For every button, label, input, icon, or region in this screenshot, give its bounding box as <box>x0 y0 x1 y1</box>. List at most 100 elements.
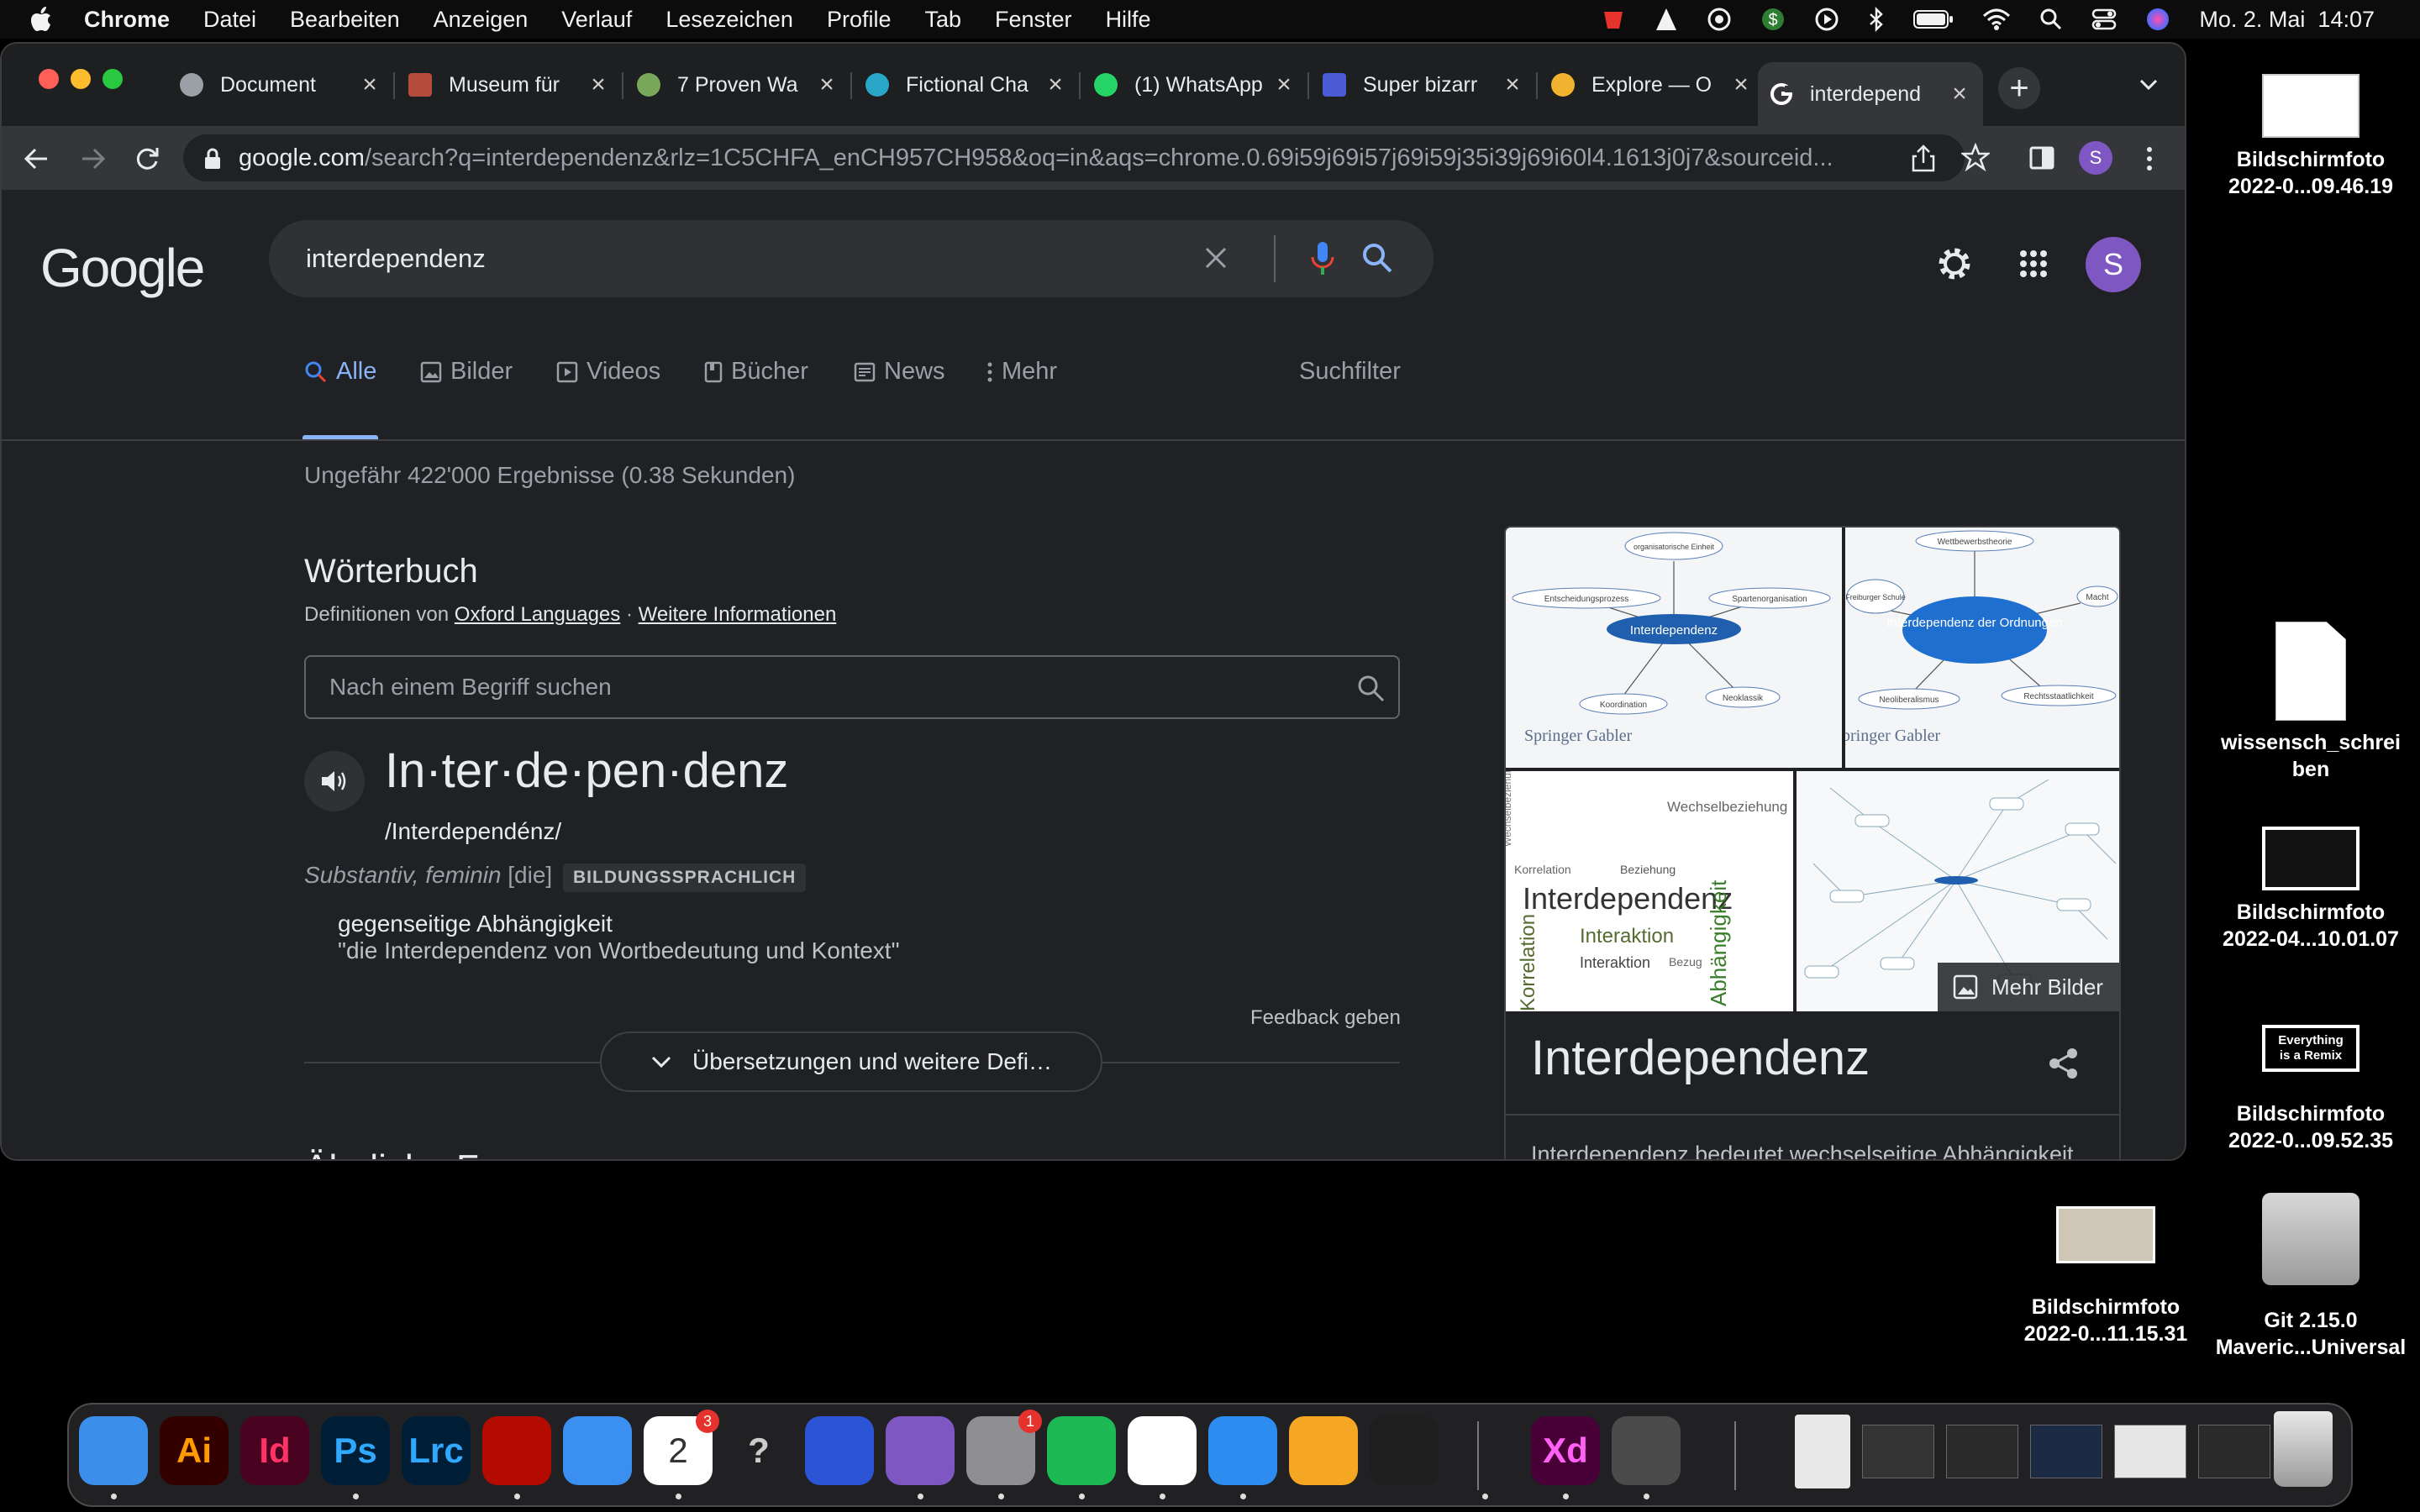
search-icon[interactable] <box>1361 242 1393 274</box>
tab-museum[interactable]: Museum für × <box>397 60 622 109</box>
money-icon[interactable]: $ <box>1760 7 1786 32</box>
google-logo[interactable]: Google <box>40 237 205 299</box>
kp-image-1[interactable]: Interdependenz organisatorische Einheit … <box>1506 528 1842 768</box>
close-window-button[interactable] <box>39 69 59 89</box>
microphone-icon[interactable] <box>1309 240 1336 277</box>
forward-arrow-icon[interactable] <box>79 144 108 173</box>
dock-pages-icon[interactable] <box>1289 1416 1358 1485</box>
dock-illustrator-icon[interactable]: Ai <box>160 1416 229 1485</box>
window-thumbnail[interactable] <box>2198 1425 2270 1478</box>
window-thumbnail[interactable] <box>1946 1425 2018 1478</box>
dock-mail-icon[interactable] <box>563 1416 632 1485</box>
menu-lesezeichen[interactable]: Lesezeichen <box>666 7 793 33</box>
bluetooth-icon[interactable] <box>1868 7 1885 32</box>
tab-buecher[interactable]: Bücher <box>704 358 808 386</box>
bartender-icon[interactable] <box>1601 7 1626 32</box>
desktop-file-screenshot-4[interactable]: Bildschirmfoto 2022-0...11.15.31 <box>1996 1206 2215 1347</box>
apple-icon[interactable] <box>30 7 52 32</box>
tab-explore[interactable]: Explore — O × <box>1539 60 1765 109</box>
clear-icon[interactable] <box>1202 244 1230 272</box>
zip-file-icon[interactable] <box>1795 1415 1850 1488</box>
dock-scanner-icon[interactable] <box>805 1416 874 1485</box>
menu-bearbeiten[interactable]: Bearbeiten <box>290 7 400 33</box>
tab-super-bizarr[interactable]: Super bizarr × <box>1311 60 1536 109</box>
tab-mehr[interactable]: Mehr <box>986 358 1057 386</box>
desktop-file-screenshot-2[interactable]: Bildschirmfoto 2022-04...10.01.07 <box>2202 827 2420 953</box>
vlc-menu-icon[interactable] <box>1655 7 1678 32</box>
menu-fenster[interactable]: Fenster <box>995 7 1072 33</box>
dock-xd-icon[interactable]: Xd <box>1531 1416 1600 1485</box>
menu-tab[interactable]: Tab <box>924 7 961 33</box>
tab-whatsapp[interactable]: (1) WhatsApp × <box>1082 60 1307 109</box>
play-icon[interactable] <box>1814 7 1839 32</box>
more-images-button[interactable]: Mehr Bilder <box>1938 963 2119 1011</box>
menu-hilfe[interactable]: Hilfe <box>1106 7 1151 33</box>
tab-search-chevron-icon[interactable] <box>2136 72 2161 97</box>
pronunciation-speaker-button[interactable] <box>304 751 365 811</box>
settings-gear-icon[interactable] <box>1936 245 1973 282</box>
feedback-link[interactable]: Feedback geben <box>1250 1006 1401 1030</box>
window-thumbnail[interactable] <box>2030 1425 2102 1478</box>
menu-clock[interactable]: Mo. 2. Mai 14:07 <box>2199 7 2375 33</box>
menu-datei[interactable]: Datei <box>203 7 256 33</box>
battery-icon[interactable] <box>1913 8 1954 30</box>
dock-help-icon[interactable]: ? <box>724 1416 793 1485</box>
trash-icon[interactable] <box>2274 1411 2333 1487</box>
kp-image-3-wordcloud[interactable]: Wechselbeziehung Korrelation Beziehung I… <box>1506 771 1793 1011</box>
bookmark-star-icon[interactable] <box>1961 143 1990 171</box>
tab-bilder[interactable]: Bilder <box>420 358 513 386</box>
tab-close-icon[interactable]: × <box>815 71 839 98</box>
side-panel-icon[interactable] <box>2028 144 2055 171</box>
menu-profile[interactable]: Profile <box>827 7 892 33</box>
more-definitions-button[interactable]: Übersetzungen und weitere Defi… <box>600 1032 1102 1092</box>
tab-close-icon[interactable]: × <box>1044 71 1067 98</box>
dock-indesign-icon[interactable]: Id <box>240 1416 309 1485</box>
share-icon[interactable] <box>1909 143 1938 173</box>
disk-activity-icon[interactable] <box>1707 7 1732 32</box>
dictionary-search-input[interactable]: Nach einem Begriff suchen <box>304 655 1400 719</box>
window-thumbnail[interactable] <box>2114 1425 2186 1478</box>
profile-avatar[interactable]: S <box>2079 141 2112 175</box>
desktop-file-screenshot-3[interactable]: Everything is a Remix Bildschirmfoto 202… <box>2202 1025 2420 1154</box>
dock-photoshop-icon[interactable]: Ps <box>321 1416 390 1485</box>
window-thumbnail[interactable] <box>1862 1425 1934 1478</box>
dock-safari-icon[interactable] <box>1208 1416 1277 1485</box>
reload-icon[interactable] <box>133 144 161 173</box>
menu-anzeigen[interactable]: Anzeigen <box>434 7 529 33</box>
tab-close-icon[interactable]: × <box>1272 71 1296 98</box>
search-icon[interactable] <box>1356 674 1386 704</box>
dock-sublime-icon[interactable] <box>1612 1416 1681 1485</box>
zoom-window-button[interactable] <box>103 69 123 89</box>
oxford-languages-link[interactable]: Oxford Languages <box>455 603 620 626</box>
back-arrow-icon[interactable] <box>22 144 50 173</box>
dock-vlc-icon[interactable] <box>1450 1416 1519 1485</box>
wifi-icon[interactable] <box>1982 8 2011 31</box>
tab-fictional[interactable]: Fictional Cha × <box>854 60 1079 109</box>
siri-icon[interactable] <box>2145 7 2170 32</box>
menu-verlauf[interactable]: Verlauf <box>561 7 632 33</box>
google-account-avatar[interactable]: S <box>2086 237 2141 292</box>
share-icon[interactable] <box>2047 1047 2081 1080</box>
spotlight-icon[interactable] <box>2039 8 2063 31</box>
more-info-link[interactable]: Weitere Informationen <box>639 603 837 626</box>
tab-7-proven[interactable]: 7 Proven Wa × <box>625 60 850 109</box>
menu-app-name[interactable]: Chrome <box>84 7 170 33</box>
dock-finder-icon[interactable] <box>79 1416 148 1485</box>
desktop-disk-git[interactable]: Git 2.15.0 Maveric...Universal <box>2202 1193 2420 1361</box>
dock-lightroom-icon[interactable]: Lrc <box>402 1416 471 1485</box>
tab-interdependenz[interactable]: interdepend × <box>1758 62 1983 126</box>
new-tab-plus-icon[interactable]: + <box>1998 67 2040 109</box>
suchfilter-button[interactable]: Suchfilter <box>1299 358 1401 386</box>
tab-close-icon[interactable]: × <box>358 71 381 98</box>
desktop-file-wissensch[interactable]: wissensch_schrei ben <box>2202 622 2420 783</box>
dock-spotify-icon[interactable] <box>1047 1416 1116 1485</box>
dock-acrobat-icon[interactable] <box>482 1416 551 1485</box>
tab-document[interactable]: Document × <box>168 60 393 109</box>
control-center-icon[interactable] <box>2091 8 2117 31</box>
tab-videos[interactable]: Videos <box>556 358 660 386</box>
lock-icon[interactable] <box>203 148 222 170</box>
tab-close-icon[interactable]: × <box>1729 71 1753 98</box>
search-input[interactable]: interdependenz <box>269 220 1434 297</box>
apps-grid-icon[interactable] <box>2018 249 2049 279</box>
tab-close-icon[interactable]: × <box>1948 80 1971 108</box>
